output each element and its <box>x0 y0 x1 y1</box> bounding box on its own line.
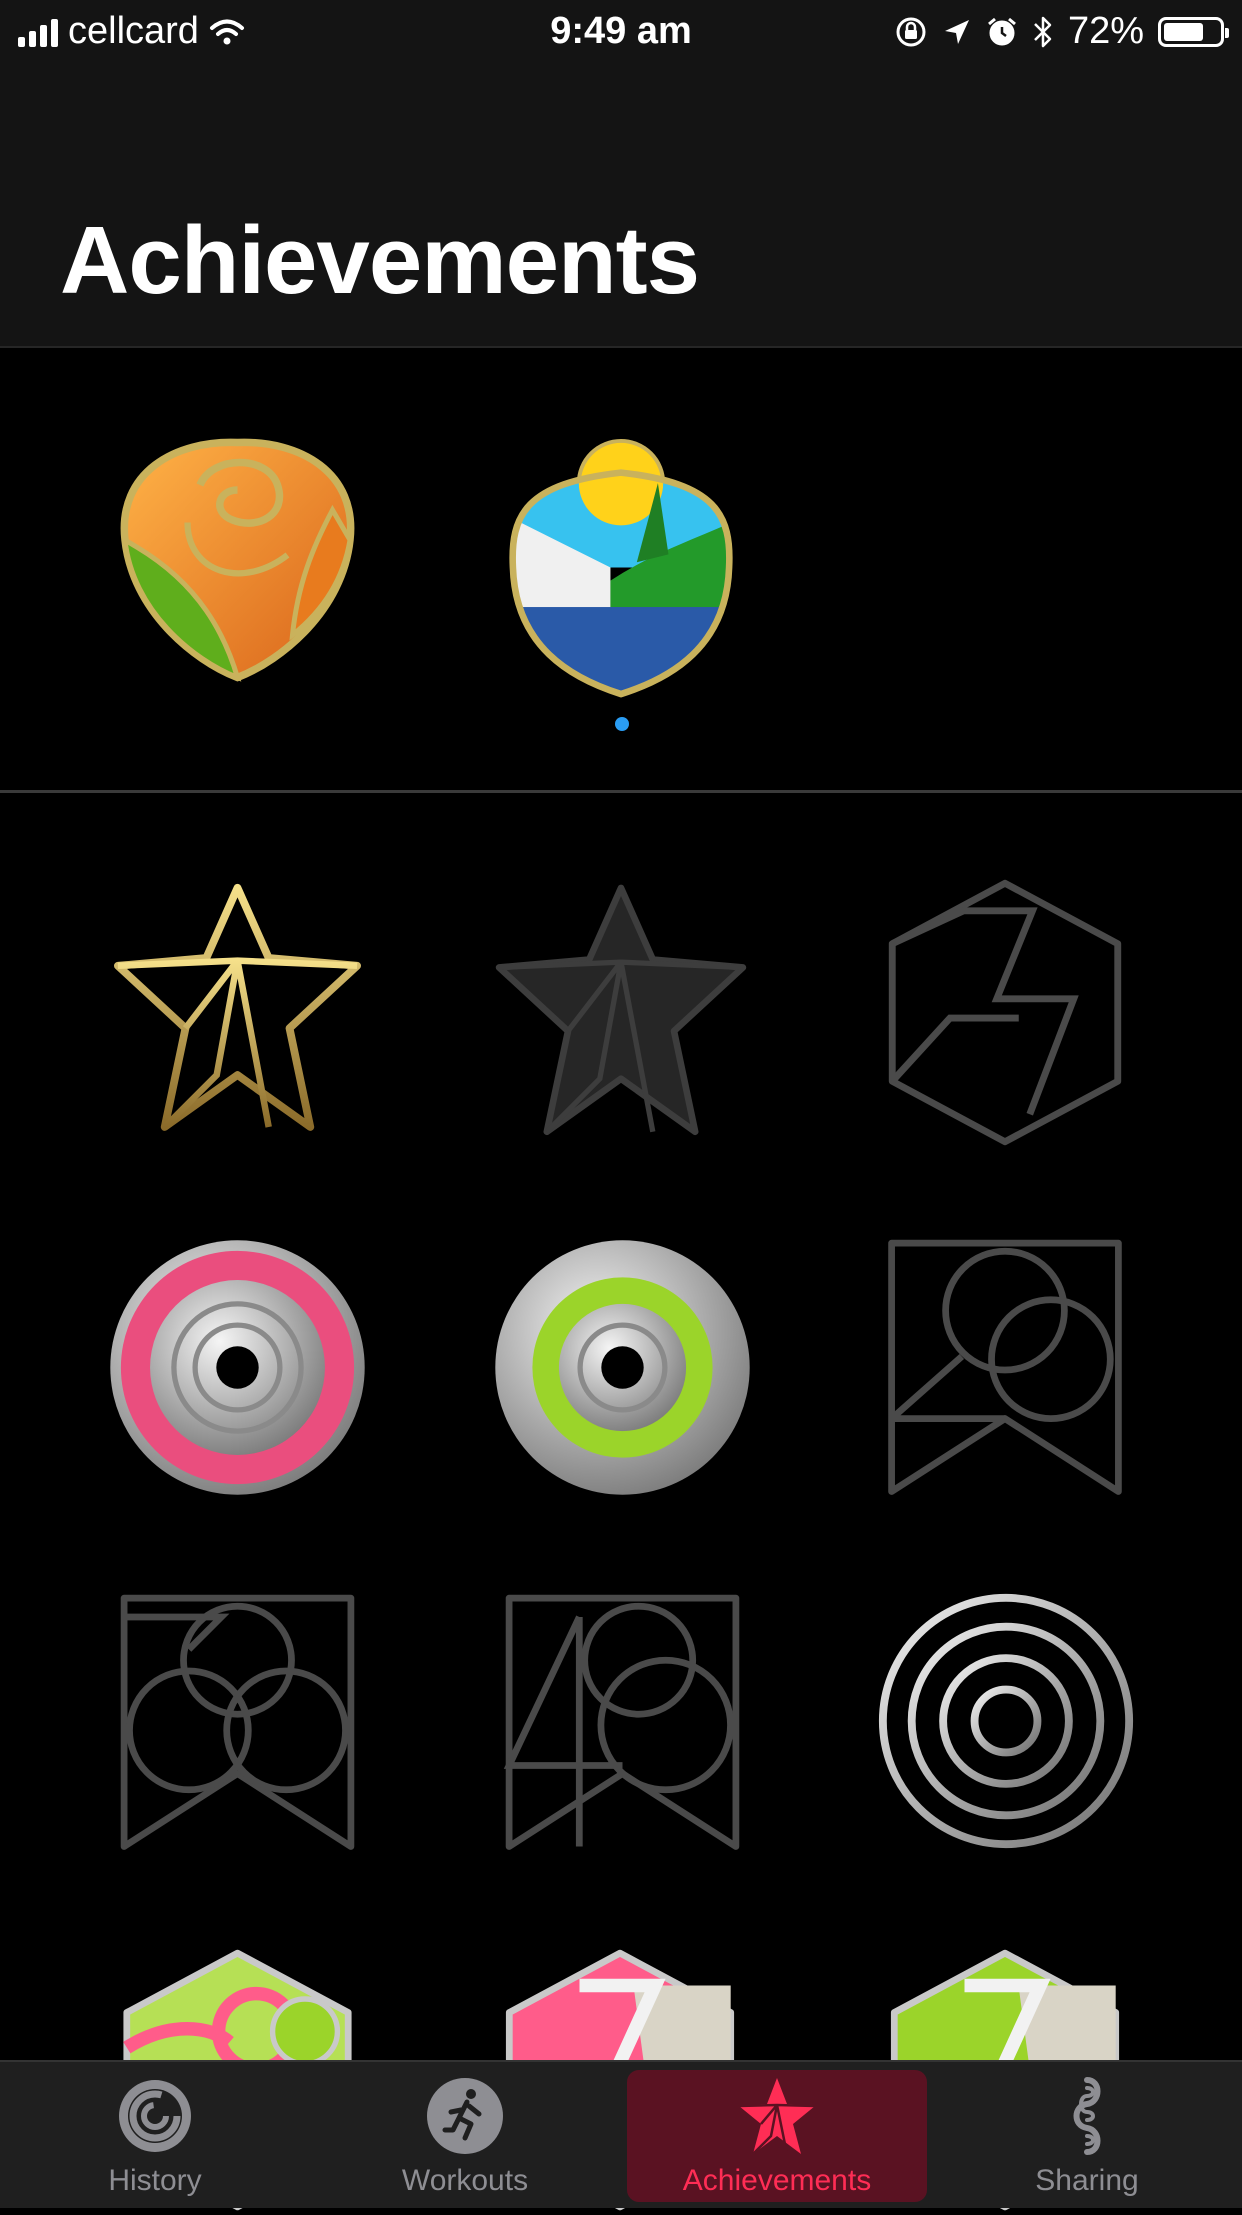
page-indicator-dot[interactable] <box>615 717 629 731</box>
sharing-icon <box>1073 2077 1101 2155</box>
rose-badge-icon[interactable] <box>110 435 365 685</box>
pink-ring-badge-icon[interactable] <box>105 1235 370 1500</box>
twenty-badge-outline-icon[interactable] <box>880 1235 1130 1505</box>
silver-rings-badge-icon[interactable] <box>875 1590 1137 1852</box>
tab-bar: History Workouts Achievements Sharing <box>0 2060 1242 2208</box>
forty-badge-outline-icon[interactable] <box>495 1590 750 1860</box>
battery-icon <box>1158 16 1229 47</box>
tab-workouts[interactable]: Workouts <box>315 2070 615 2202</box>
gold-star-icon[interactable] <box>105 880 370 1140</box>
bluetooth-icon <box>1034 16 1052 47</box>
status-bar: cellcard 9:49 am 72% <box>0 0 1242 64</box>
rotation-lock-icon <box>896 17 926 46</box>
dark-star-icon[interactable] <box>485 880 757 1145</box>
history-rings-icon <box>119 2080 191 2152</box>
tab-label-sharing: Sharing <box>1035 2164 1139 2197</box>
battery-fill <box>1164 22 1203 41</box>
tab-sharing[interactable]: Sharing <box>937 2070 1237 2202</box>
landscape-badge-icon[interactable] <box>505 435 737 700</box>
location-icon <box>944 19 969 44</box>
header: Achievements <box>0 64 1242 348</box>
section-divider <box>0 790 1242 793</box>
tab-achievements[interactable]: Achievements <box>627 2070 927 2202</box>
tab-label-achievements: Achievements <box>682 2164 872 2197</box>
hexagon-outline-icon[interactable] <box>880 875 1130 1150</box>
tab-history[interactable]: History <box>5 2070 305 2202</box>
green-ring-badge-icon[interactable] <box>490 1235 755 1500</box>
tab-label-history: History <box>108 2164 202 2197</box>
alarm-icon <box>987 17 1016 45</box>
tab-label-workouts: Workouts <box>401 2164 529 2197</box>
runner-icon <box>427 2078 503 2154</box>
star-icon <box>738 2078 816 2155</box>
thirty-badge-outline-icon[interactable] <box>110 1590 365 1860</box>
battery-percent: 72% <box>1067 10 1144 52</box>
page-title: Achievements <box>60 207 700 314</box>
status-right: 72% <box>894 10 1229 53</box>
